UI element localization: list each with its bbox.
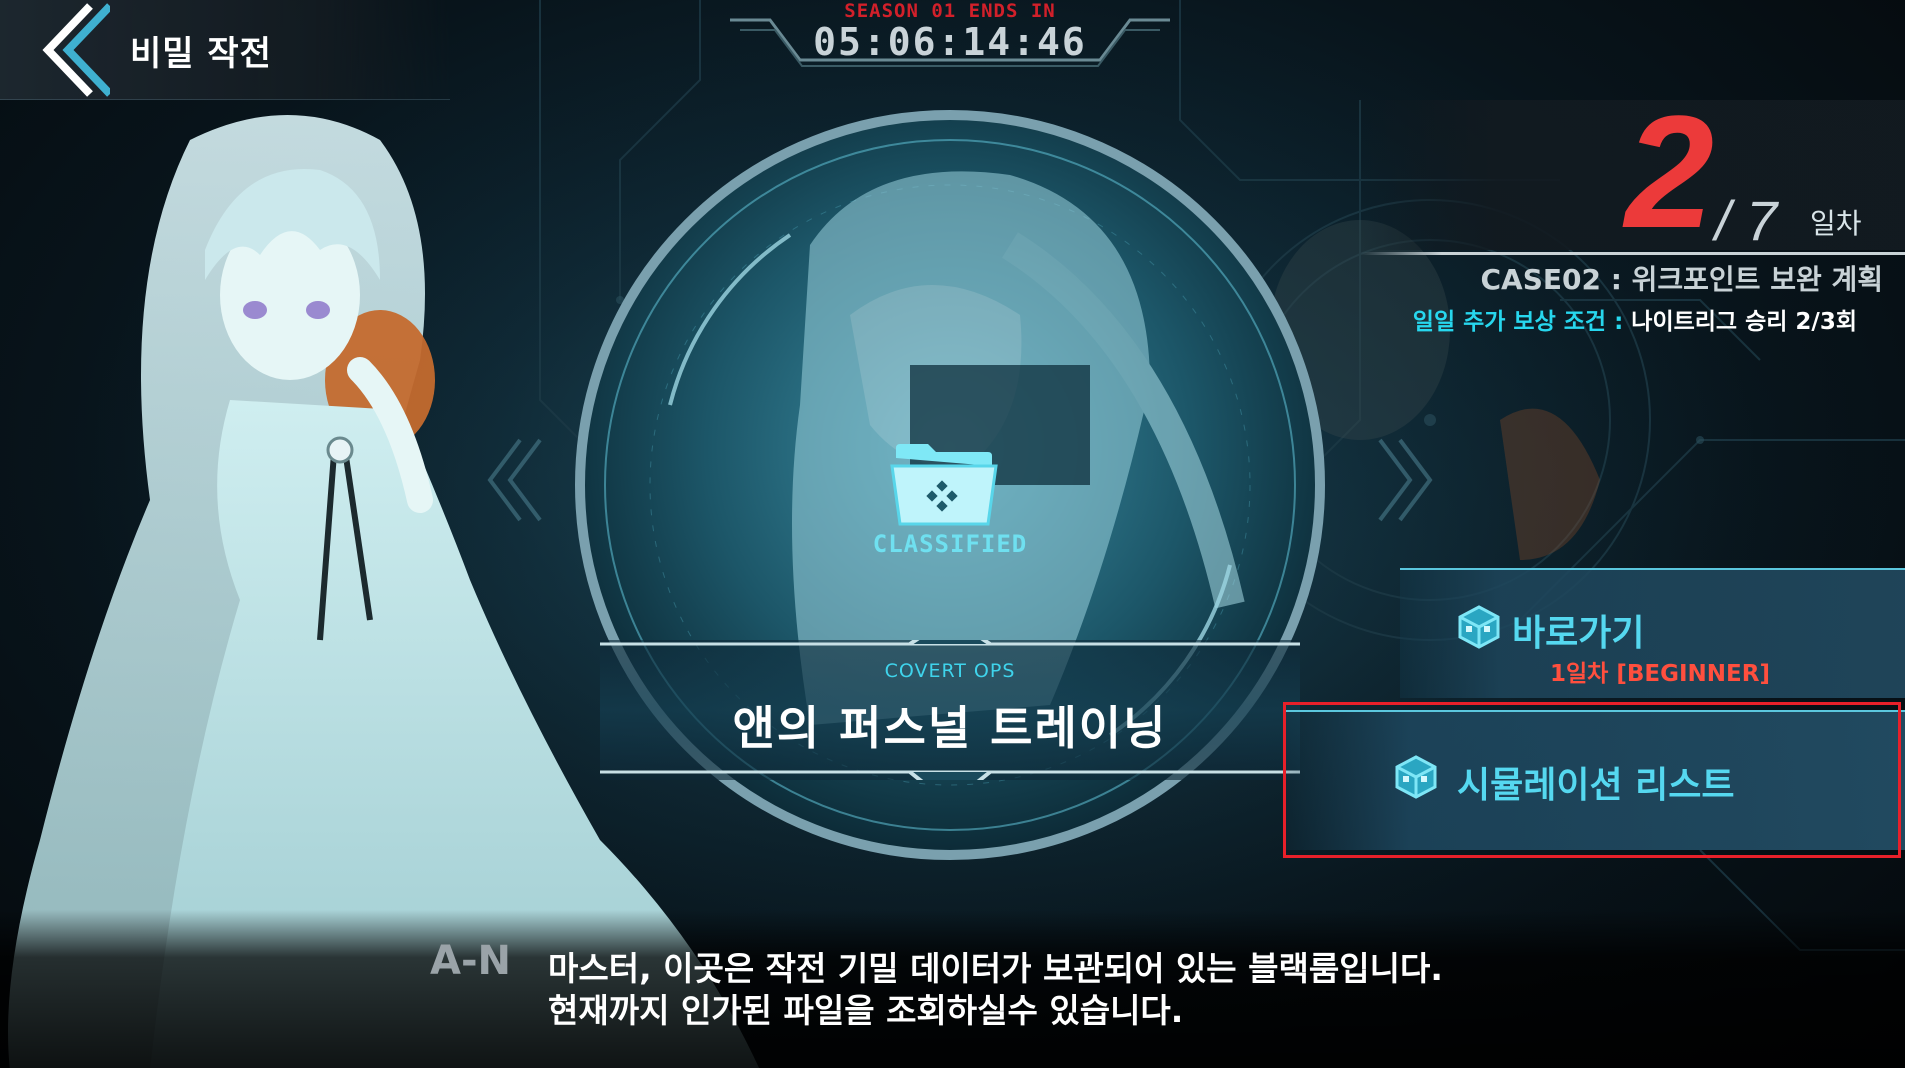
cube-icon: [1458, 605, 1500, 649]
shortcut-button[interactable]: 바로가기 1일차 [BEGINNER]: [1400, 568, 1905, 698]
daily-reward-condition: 일일 추가 보상 조건 : 나이트리그 승리 2/3회: [1413, 302, 1857, 336]
shortcut-day-info: 1일차 [BEGINNER]: [1550, 661, 1770, 687]
page-title: 비밀 작전: [130, 34, 272, 74]
season-end-label: SEASON 01 ENDS IN: [844, 0, 1056, 22]
speaker-name: A-N: [430, 938, 512, 984]
day-divider: [1360, 252, 1905, 255]
operation-title: 앤의 퍼스널 트레이닝: [732, 701, 1168, 755]
season-countdown: 05:06:14:46: [813, 20, 1087, 64]
day-unit-label: 일차: [1810, 207, 1862, 240]
current-day: 2: [1625, 82, 1714, 261]
dialogue-box[interactable]: A-N 마스터, 이곳은 작전 기밀 데이터가 보관되어 있는 블랙룸입니다. …: [0, 910, 1905, 1068]
reward-condition-value: 나이트리그 승리 2/3회: [1631, 309, 1857, 335]
header-bar: 비밀 작전: [0, 0, 450, 100]
shortcut-label: 바로가기: [1512, 613, 1645, 654]
folder-icon: [890, 444, 998, 526]
operation-banner: COVERT OPS 앤의 퍼스널 트레이닝: [600, 640, 1300, 780]
cube-icon: [1395, 755, 1437, 799]
day-progress-panel: 2 / 7 일차: [1360, 92, 1905, 252]
total-days: / 7: [1715, 189, 1778, 252]
dialogue-line-1: 마스터, 이곳은 작전 기밀 데이터가 보관되어 있는 블랙룸입니다.: [548, 949, 1443, 988]
operation-subtitle: COVERT OPS: [884, 660, 1016, 682]
chevron-left-icon[interactable]: [30, 0, 110, 100]
case-title: CASE02 : 위크포인트 보완 계획: [1480, 263, 1883, 296]
simulation-list-button[interactable]: 시뮬레이션 리스트: [1285, 710, 1905, 850]
season-timer-box: SEASON 01 ENDS IN 05:06:14:46: [730, 0, 1170, 70]
dialogue-line-2: 현재까지 인가된 파일을 조회하실수 있습니다.: [548, 991, 1184, 1030]
reward-condition-label: 일일 추가 보상 조건 :: [1412, 309, 1632, 335]
game-screen: CLASSIFIED COVERT OPS 앤의 퍼스널 트레이닝 비밀 작전 …: [0, 0, 1905, 1068]
classified-label: CLASSIFIED: [872, 530, 1028, 558]
simulation-list-label: 시뮬레이션 리스트: [1457, 765, 1735, 806]
